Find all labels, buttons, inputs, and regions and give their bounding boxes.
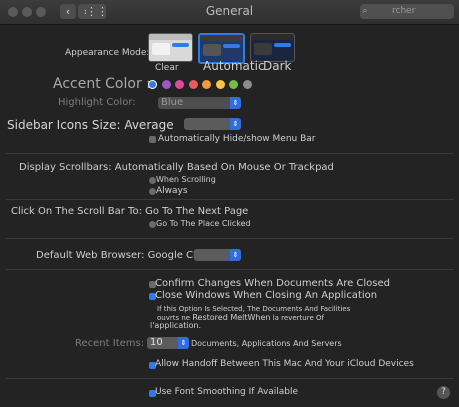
scroll-click-place-radio[interactable] [149, 221, 156, 228]
separator [6, 378, 454, 379]
close-windows-label: Close Windows When Closing An Applicatio… [155, 290, 378, 301]
close-windows-note-1: If this Option Is Selected, The Document… [157, 305, 351, 313]
recent-items-suffix: Documents, Applications And Servers [191, 339, 342, 348]
accent-swatch[interactable] [148, 80, 157, 89]
accent-swatch[interactable] [242, 80, 252, 89]
help-icon: ? [441, 387, 446, 397]
separator [6, 238, 454, 239]
help-button[interactable]: ? [437, 386, 450, 399]
separator [6, 269, 454, 270]
appearance-label: Appearance Mode: [65, 48, 150, 58]
sidebar-icon-size-popup[interactable]: ⇕ [184, 118, 241, 130]
scrollbars-when-scrolling-radio[interactable] [149, 177, 156, 184]
search-placeholder: rcher [392, 6, 416, 16]
menu-bar-checkbox[interactable] [149, 136, 156, 143]
highlight-color-label: Highlight Color: [58, 97, 136, 108]
scrollbars-always-label: Always [156, 186, 188, 196]
accent-swatch[interactable] [202, 80, 211, 89]
accent-color-label: Accent Color : [53, 76, 151, 92]
sidebar-icon-size-label-text: Sidebar Icons Size: [7, 118, 121, 132]
font-smoothing-label: Use Font Smoothing If Available [155, 387, 299, 397]
chevron-updown-icon: ⇕ [230, 97, 241, 109]
sidebar-icon-size-value: Average [124, 118, 174, 132]
close-windows-note-3: l'application. [150, 321, 202, 330]
menu-bar-label: Automatically Hide/show Menu Bar [158, 134, 316, 144]
chevron-updown-icon: ⇕ [230, 249, 241, 261]
appearance-option-dark: Dark [263, 59, 292, 73]
highlight-color-popup[interactable]: Blue ⇕ [158, 97, 241, 109]
appearance-option-automatic: Automatic [203, 59, 265, 73]
handoff-label: Allow Handoff Between This Mac And Your … [155, 359, 414, 369]
close-windows-note-2b: Restored MeltWhen [192, 313, 271, 322]
highlight-color-value: Blue [161, 97, 184, 108]
search-icon: ⌕ [362, 6, 368, 16]
scroll-click-place-label: Go To The Place Clicked [156, 219, 251, 228]
close-windows-note-2c: la reverture Of [272, 314, 324, 322]
browser-popup[interactable]: ⇕ [194, 249, 241, 261]
recent-items-label: Recent Items: [75, 338, 145, 349]
browser-label-text: Default Web Browser: [36, 250, 145, 261]
chevron-updown-icon: ⇕ [230, 118, 241, 130]
accent-swatch[interactable] [215, 80, 225, 89]
appearance-light-thumbnail[interactable] [148, 33, 193, 62]
search-field[interactable]: ⌕ rcher [360, 4, 454, 19]
scrollbars-label: Display Scrollbars: Automatically Based … [19, 162, 334, 173]
recent-items-value: 10 [150, 337, 163, 348]
recent-items-popup[interactable]: 10 ⇕ [147, 337, 189, 349]
accent-swatch[interactable] [229, 80, 238, 89]
scrollbars-always-radio[interactable] [149, 188, 156, 195]
scroll-click-label: Click On The Scroll Bar To: Go To The Ne… [11, 206, 249, 217]
sidebar-icon-size-label: Sidebar Icons Size: Average [7, 118, 174, 132]
confirm-changes-label: Confirm Changes When Documents Are Close… [155, 278, 391, 289]
accent-swatch[interactable] [188, 80, 198, 89]
appearance-dark-thumbnail[interactable] [250, 33, 295, 62]
chevron-updown-icon: ⇕ [178, 337, 189, 349]
accent-swatch[interactable] [161, 80, 171, 89]
scrollbars-when-scrolling-label: When Scrolling [156, 175, 216, 184]
accent-swatch[interactable] [175, 80, 184, 89]
separator [6, 199, 454, 200]
separator [6, 153, 454, 154]
title-bar: ‹ › ⋮⋮ General ⌕rcher [0, 0, 459, 25]
appearance-option-clear: Clear [155, 63, 179, 73]
